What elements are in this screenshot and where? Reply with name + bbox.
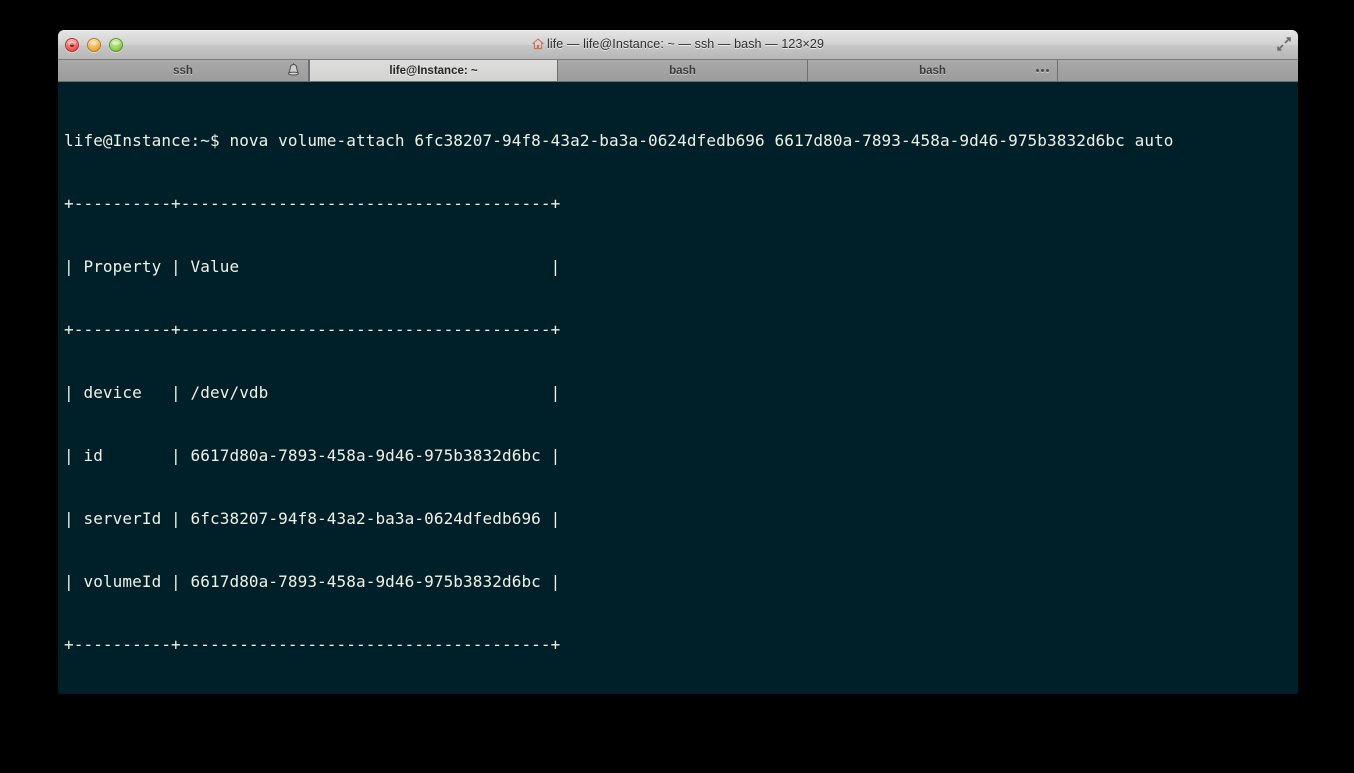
tab-bash-2[interactable]: bash [808, 60, 1058, 81]
desktop-background: life — life@Instance: ~ — ssh — bash — 1… [0, 0, 1354, 773]
table-row: | volumeId | 6617d80a-7893-458a-9d46-975… [64, 572, 561, 591]
table-border-top: +----------+----------------------------… [64, 194, 561, 213]
zoom-button[interactable] [109, 38, 123, 52]
tab-bash-1[interactable]: bash [558, 60, 808, 81]
minimize-button[interactable] [87, 38, 101, 52]
tab-ssh[interactable]: ssh [58, 60, 309, 81]
tab-label: bash [919, 64, 946, 77]
terminal-screen: life@Instance:~$ nova volume-attach 6fc3… [58, 88, 1298, 694]
terminal-window[interactable]: life — life@Instance: ~ — ssh — bash — 1… [58, 30, 1298, 694]
window-title-bar[interactable]: life — life@Instance: ~ — ssh — bash — 1… [58, 30, 1298, 60]
tab-bar-empty-area[interactable] [1058, 60, 1298, 81]
table-row: | device | /dev/vdb | [64, 383, 561, 402]
window-title: life — life@Instance: ~ — ssh — bash — 1… [58, 37, 1298, 53]
table-border-middle: +----------+----------------------------… [64, 320, 561, 339]
close-button[interactable] [65, 38, 79, 52]
fullscreen-icon[interactable] [1276, 36, 1292, 52]
bell-icon [287, 63, 300, 80]
table-header-row: | Property | Value | [64, 257, 561, 276]
ellipsis-icon[interactable] [1036, 60, 1049, 81]
table-row: | serverId | 6fc38207-94f8-43a2-ba3a-062… [64, 509, 561, 528]
table-border-bottom: +----------+----------------------------… [64, 635, 561, 654]
table-row: | id | 6617d80a-7893-458a-9d46-975b3832d… [64, 446, 561, 465]
window-title-text: life — life@Instance: ~ — ssh — bash — 1… [546, 37, 825, 51]
home-icon [531, 38, 545, 53]
terminal-content-area[interactable]: life@Instance:~$ nova volume-attach 6fc3… [58, 82, 1298, 694]
tab-label: life@Instance: ~ [389, 64, 478, 77]
terminal-command-line: life@Instance:~$ nova volume-attach 6fc3… [64, 131, 1174, 150]
window-controls [65, 31, 123, 59]
tab-life-instance[interactable]: life@Instance: ~ [309, 60, 558, 81]
tab-label: ssh [173, 64, 193, 77]
tab-label: bash [669, 64, 696, 77]
tab-bar[interactable]: ssh life@Instance: ~ bash bash [58, 60, 1298, 82]
